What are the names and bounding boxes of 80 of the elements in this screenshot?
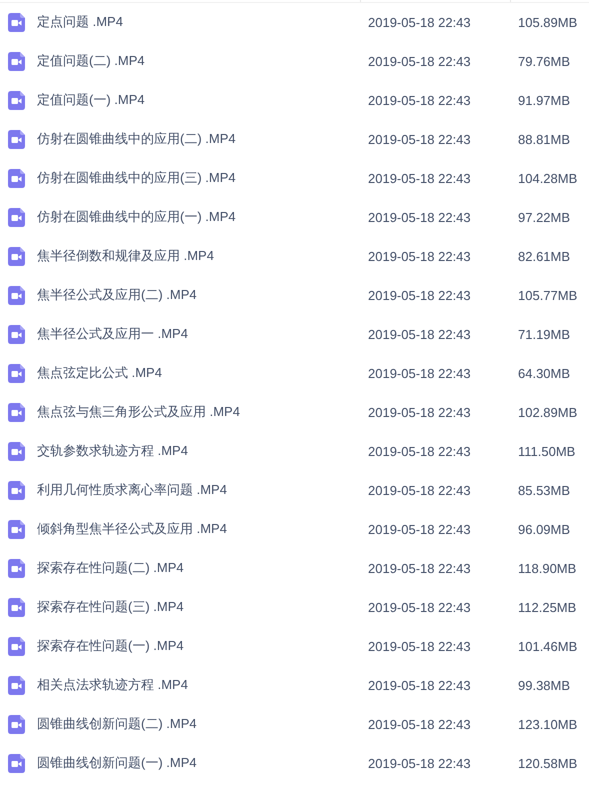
video-file-icon (8, 130, 25, 148)
file-size: 105.77MB (518, 288, 578, 302)
file-size: 96.09MB (518, 522, 570, 536)
file-name[interactable]: 探索存在性问题(一) .MP4 (37, 637, 368, 655)
video-file-icon (8, 676, 25, 694)
file-size: 79.76MB (518, 54, 570, 68)
file-name[interactable]: 仿射在圆锥曲线中的应用(三) .MP4 (37, 169, 368, 187)
file-name[interactable]: 仿射在圆锥曲线中的应用(一) .MP4 (37, 208, 368, 226)
file-name[interactable]: 相关点法求轨迹方程 .MP4 (37, 676, 368, 694)
file-name[interactable]: 定值问题(二) .MP4 (37, 52, 368, 70)
file-size: 64.30MB (518, 366, 570, 380)
modified-date: 2019-05-18 22:43 (368, 326, 472, 342)
file-size: 85.53MB (518, 482, 570, 498)
file-name[interactable]: 仿射在圆锥曲线中的应用(二) .MP4 (37, 130, 368, 148)
file-size: 120.58MB (518, 756, 578, 770)
video-file-icon (8, 558, 25, 578)
modified-date: 2019-05-18 22:43 (368, 678, 472, 692)
file-name[interactable]: 定值问题(一) .MP4 (37, 91, 368, 109)
file-name[interactable]: 探索存在性问题(三) .MP4 (37, 598, 368, 616)
video-file-icon (8, 90, 25, 110)
modified-date: 2019-05-18 22:43 (368, 170, 472, 186)
file-name[interactable]: 倾斜角型焦半径公式及应用 .MP4 (37, 520, 368, 538)
video-file-icon (8, 442, 25, 460)
modified-date: 2019-05-18 22:43 (368, 522, 472, 536)
file-name[interactable]: 交轨参数求轨迹方程 .MP4 (37, 442, 368, 460)
file-size: 123.10MB (518, 716, 578, 732)
video-file-icon (8, 598, 25, 616)
video-file-icon (8, 714, 25, 734)
video-file-icon (8, 324, 25, 344)
file-name[interactable]: 焦半径公式及应用(二) .MP4 (37, 286, 368, 304)
modified-date: 2019-05-18 22:43 (368, 132, 472, 146)
video-file-icon (8, 52, 25, 70)
file-size: 118.90MB (518, 560, 576, 576)
modified-date: 2019-05-18 22:43 (368, 482, 472, 498)
modified-date: 2019-05-18 22:43 (368, 600, 472, 614)
file-size: 105.89MB (518, 14, 578, 30)
file-name[interactable]: 探索存在性问题(二) .MP4 (37, 559, 368, 577)
file-name[interactable]: 定点问题 .MP4 (37, 13, 368, 31)
modified-date: 2019-05-18 22:43 (368, 716, 472, 732)
modified-date: 2019-05-18 22:43 (368, 54, 472, 68)
video-file-icon (8, 520, 25, 538)
file-name[interactable]: 焦半径公式及应用一 .MP4 (37, 325, 368, 343)
file-size: 82.61MB (518, 248, 570, 264)
video-file-icon (8, 208, 25, 226)
file-size: 111.50MB (518, 444, 576, 458)
file-size: 91.97MB (518, 92, 570, 108)
video-file-icon (8, 168, 25, 188)
file-name[interactable]: 圆锥曲线创新问题(一) .MP4 (37, 754, 368, 772)
video-file-icon (8, 246, 25, 266)
file-name[interactable]: 焦半径倒数和规律及应用 .MP4 (37, 247, 368, 265)
file-name[interactable]: 焦点弦定比公式 .MP4 (37, 364, 368, 382)
modified-date: 2019-05-18 22:43 (368, 14, 472, 30)
modified-date: 2019-05-18 22:43 (368, 366, 472, 380)
file-size: 88.81MB (518, 132, 570, 146)
file-size: 97.22MB (518, 210, 570, 224)
file-size: 112.25MB (518, 600, 576, 614)
modified-date: 2019-05-18 22:43 (368, 638, 472, 654)
video-file-icon (8, 12, 25, 32)
modified-date: 2019-05-18 22:43 (368, 288, 472, 302)
video-file-icon (8, 364, 25, 382)
video-file-icon (8, 480, 25, 500)
modified-date: 2019-05-18 22:43 (368, 92, 472, 108)
file-name[interactable]: 利用几何性质求离心率问题 .MP4 (37, 481, 368, 499)
file-name[interactable]: 圆锥曲线创新问题(二) .MP4 (37, 715, 368, 733)
file-size: 101.46MB (518, 638, 578, 654)
file-size: 104.28MB (518, 170, 578, 186)
modified-date: 2019-05-18 22:43 (368, 404, 472, 420)
file-size: 99.38MB (518, 678, 570, 692)
file-size: 71.19MB (518, 326, 570, 342)
modified-date: 2019-05-18 22:43 (368, 210, 472, 224)
file-name[interactable]: 焦点弦与焦三角形公式及应用 .MP4 (37, 403, 368, 421)
video-file-icon (8, 402, 25, 422)
video-file-icon (8, 754, 25, 772)
modified-date: 2019-05-18 22:43 (368, 248, 472, 264)
video-file-icon (8, 286, 25, 304)
file-size: 102.89MB (518, 404, 578, 420)
video-file-icon (8, 636, 25, 656)
modified-date: 2019-05-18 22:43 (368, 756, 472, 770)
modified-date: 2019-05-18 22:43 (368, 444, 472, 458)
modified-date: 2019-05-18 22:43 (368, 560, 472, 576)
